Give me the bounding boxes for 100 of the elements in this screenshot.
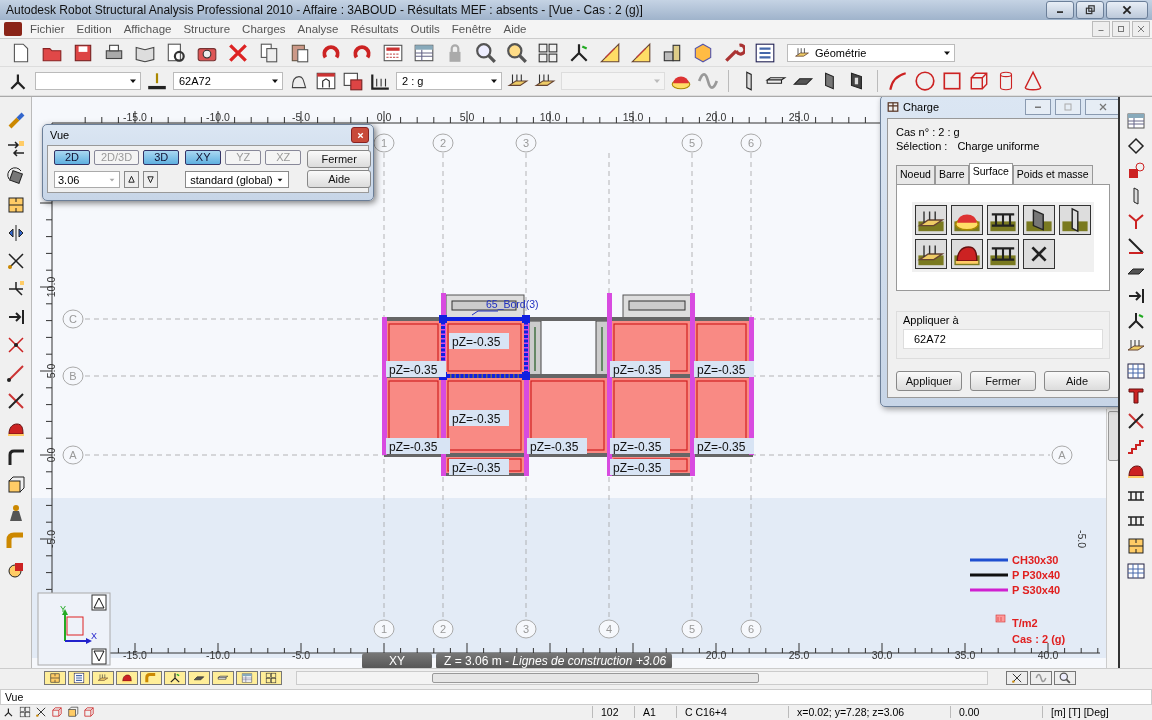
plane-toggle[interactable]: XY <box>185 150 222 165</box>
coordinate-system-dropdown[interactable]: standard (global) <box>185 171 290 188</box>
grid-icon[interactable] <box>1126 361 1146 381</box>
delete-icon[interactable] <box>227 41 249 64</box>
minimize-button[interactable] <box>1046 1 1074 19</box>
drafting-icon[interactable] <box>599 41 621 64</box>
level-info-label: Z = 3.06 m - Lignes de construction +3.06 <box>436 653 672 668</box>
zoom-icon[interactable] <box>475 41 497 64</box>
view-mode-toggle[interactable]: 2D <box>54 150 90 165</box>
leader-line <box>471 310 499 316</box>
cube-icon[interactable] <box>968 70 990 92</box>
load-label: pZ=-0.35 <box>449 333 509 349</box>
axis-bubble: A <box>62 445 84 465</box>
bar-selection-dropdown[interactable]: 62A72 <box>173 72 283 90</box>
grid-icon[interactable] <box>18 706 32 718</box>
ruler-label: -10.0 <box>206 111 230 123</box>
axis-bubble: A <box>1051 445 1073 465</box>
circle-icon[interactable] <box>914 70 936 92</box>
axis-bubble: 1 <box>373 133 395 153</box>
dialog-button[interactable]: Fermer <box>970 371 1036 391</box>
close-icon[interactable] <box>1121 4 1133 16</box>
diagonal-icon[interactable] <box>1126 236 1146 256</box>
vertical-scrollbar[interactable] <box>1106 409 1118 668</box>
pipe-icon[interactable] <box>5 531 26 551</box>
line-icon[interactable] <box>5 363 26 383</box>
menu-item[interactable]: Analyse <box>293 23 347 35</box>
menu-item[interactable]: Outils <box>406 23 448 35</box>
view-mode-toggle[interactable]: 3D <box>143 150 180 165</box>
trim-icon[interactable] <box>5 391 26 411</box>
apply-to-field[interactable]: 62A72 <box>903 328 1103 349</box>
dialog-button[interactable]: Appliquer <box>896 371 962 391</box>
view-mode-dropdown[interactable]: Géométrie <box>787 43 955 62</box>
cube-icon[interactable] <box>5 475 26 495</box>
menu-item[interactable]: Fenêtre <box>447 23 500 35</box>
square-icon[interactable] <box>941 70 963 92</box>
table-icon[interactable] <box>1126 561 1146 581</box>
cube-icon[interactable] <box>692 41 714 64</box>
shapes-icon[interactable] <box>1126 161 1146 181</box>
menu-item[interactable]: Résultats <box>346 23 407 35</box>
menu-item[interactable]: Fichier <box>26 23 73 35</box>
diamond-icon[interactable] <box>1126 136 1146 156</box>
node-dropdown[interactable] <box>35 72 141 90</box>
dialog-button[interactable]: Aide <box>307 170 372 188</box>
load-case-dropdown[interactable]: 2 : g <box>396 72 502 90</box>
dialog-button[interactable]: Fermer <box>307 150 372 168</box>
menu-item[interactable]: Charges <box>238 23 294 35</box>
horizontal-scrollbar[interactable] <box>296 671 988 685</box>
bar-query-icon[interactable] <box>146 70 168 92</box>
tab[interactable]: Barre <box>934 165 969 185</box>
scissors-icon[interactable] <box>34 706 48 718</box>
command-field[interactable]: Vue <box>0 689 1152 705</box>
restore-icon[interactable] <box>1084 4 1096 16</box>
menu-item[interactable]: Aide <box>499 23 535 35</box>
level-up-button[interactable] <box>124 171 139 188</box>
view-down-button[interactable] <box>91 648 107 665</box>
arrows-icon[interactable] <box>5 139 26 159</box>
menu-item[interactable]: Edition <box>72 23 120 35</box>
trim-icon[interactable] <box>1126 411 1146 431</box>
delete-load-button[interactable] <box>1023 239 1055 270</box>
cube-icon[interactable] <box>82 706 96 718</box>
level-down-button[interactable] <box>143 171 158 188</box>
menu-item[interactable]: Structure <box>179 23 239 35</box>
axis-icon[interactable] <box>568 41 590 64</box>
cube-icon[interactable] <box>50 706 64 718</box>
copy-icon[interactable] <box>258 41 280 64</box>
legend-label: CH30x30 <box>1012 554 1059 566</box>
menu-item[interactable]: Affichage <box>119 23 180 35</box>
tab[interactable]: Noeud <box>896 165 935 185</box>
frame-icon[interactable] <box>5 195 26 215</box>
close-button[interactable] <box>351 127 369 143</box>
wrench-icon[interactable] <box>723 41 745 64</box>
fork-icon[interactable] <box>1126 211 1146 231</box>
frame-icon[interactable] <box>1126 536 1146 556</box>
view-up-button[interactable] <box>91 594 107 611</box>
arc-icon[interactable] <box>887 70 909 92</box>
grid-icon[interactable] <box>537 41 559 64</box>
scissors-icon[interactable] <box>5 251 26 271</box>
cross-icon[interactable] <box>5 335 26 355</box>
close-button[interactable] <box>1085 99 1118 115</box>
tab[interactable]: Poids et masse <box>1012 165 1093 185</box>
list-icon[interactable] <box>754 41 776 64</box>
axis-bubble: 5 <box>681 619 703 639</box>
window-save-icon[interactable] <box>342 70 364 92</box>
ruler-label: -5.0 <box>1076 529 1088 549</box>
print-preview-icon[interactable] <box>165 41 187 64</box>
cube-icon[interactable] <box>66 706 80 718</box>
ruler-label: 0.0 <box>376 111 392 123</box>
dialog-button[interactable]: Aide <box>1044 371 1110 391</box>
close-button[interactable] <box>1106 1 1148 19</box>
level-field[interactable]: 3.06 <box>54 171 120 188</box>
ruler-label: 30.0 <box>871 649 893 661</box>
window-icon[interactable] <box>315 70 337 92</box>
cone-icon[interactable] <box>1022 70 1044 92</box>
axis-icon[interactable] <box>1126 311 1146 331</box>
restore-button[interactable] <box>1076 1 1104 19</box>
axis-bubble: 2 <box>432 133 454 153</box>
tab[interactable]: Surface <box>968 163 1013 185</box>
close-button[interactable] <box>1132 21 1150 37</box>
t-beam-icon[interactable] <box>1126 386 1146 406</box>
zoom-window-icon[interactable] <box>506 41 528 64</box>
